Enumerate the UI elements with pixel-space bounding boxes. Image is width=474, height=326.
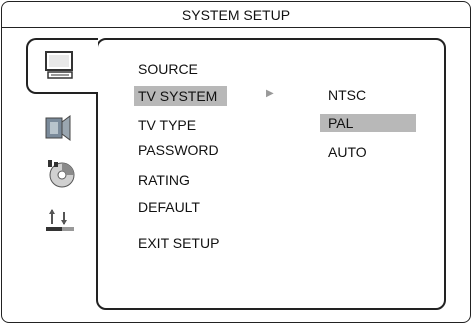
menu-item-tv-system[interactable]: TV SYSTEM xyxy=(134,86,228,106)
menu-item-source[interactable]: SOURCE xyxy=(138,60,198,78)
icon-tab-system[interactable] xyxy=(26,38,98,94)
menu-item-default[interactable]: DEFAULT xyxy=(138,198,200,216)
disc-icon[interactable] xyxy=(42,158,78,190)
submenu-item-pal[interactable]: PAL xyxy=(320,114,416,132)
submenu-item-ntsc[interactable]: NTSC xyxy=(328,86,366,104)
monitor-icon xyxy=(45,51,73,79)
audio-icon[interactable] xyxy=(42,112,78,144)
submenu-item-auto[interactable]: AUTO xyxy=(328,143,367,161)
preferences-icon[interactable] xyxy=(42,206,78,238)
submenu-arrow-icon: ▶ xyxy=(266,88,274,99)
menu-item-password[interactable]: PASSWORD xyxy=(138,141,219,159)
page-title: SYSTEM SETUP xyxy=(2,2,470,28)
menu-item-tv-type[interactable]: TV TYPE xyxy=(138,116,196,134)
menu-item-exit-setup[interactable]: EXIT SETUP xyxy=(138,234,219,252)
menu-item-rating[interactable]: RATING xyxy=(138,171,190,189)
